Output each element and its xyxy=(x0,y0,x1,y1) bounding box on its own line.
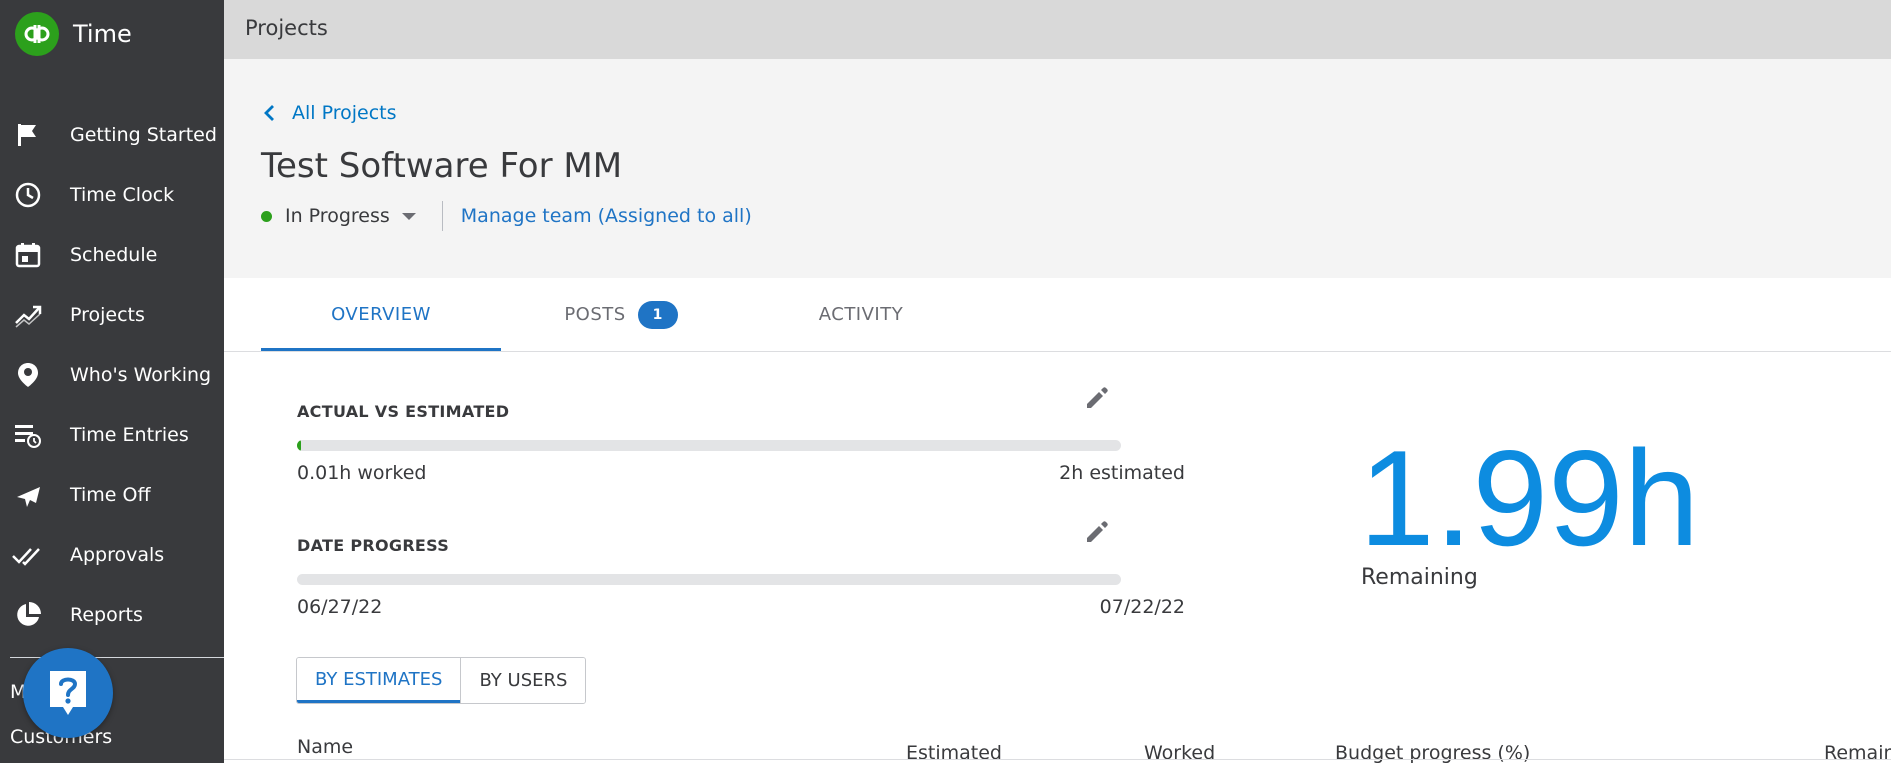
sidebar-nav: Getting Started Time Clock Schedule Proj… xyxy=(0,105,224,645)
end-date: 07/22/22 xyxy=(1099,596,1185,618)
actual-vs-estimated-label: ACTUAL VS ESTIMATED xyxy=(297,402,510,421)
sidebar-item-label: Time Off xyxy=(70,484,151,506)
airplane-icon xyxy=(12,479,44,511)
tab-bar: OVERVIEW POSTS 1 ACTIVITY xyxy=(224,278,1891,352)
tab-posts[interactable]: POSTS 1 xyxy=(501,278,741,351)
time-entries-icon xyxy=(12,419,44,451)
brand[interactable]: Time xyxy=(15,12,132,56)
caret-down-icon[interactable] xyxy=(401,212,416,220)
by-users-button[interactable]: BY USERS xyxy=(460,658,586,703)
status-dropdown[interactable]: In Progress xyxy=(285,205,390,227)
date-progress-label: DATE PROGRESS xyxy=(297,536,450,555)
sidebar-item-time-entries[interactable]: Time Entries xyxy=(0,405,224,465)
tab-label: POSTS xyxy=(564,304,626,325)
main-content: Projects All Projects Test Software For … xyxy=(224,0,1891,763)
sidebar-item-label: Time Clock xyxy=(70,184,175,206)
sidebar-item-label: Reports xyxy=(70,604,143,626)
flag-icon xyxy=(12,119,44,151)
clock-icon xyxy=(12,179,44,211)
sidebar-item-label: Schedule xyxy=(70,244,158,266)
manage-team-link[interactable]: Manage team (Assigned to all) xyxy=(461,205,752,227)
sidebar-item-projects[interactable]: Projects xyxy=(0,285,224,345)
tab-label: ACTIVITY xyxy=(818,304,904,325)
help-button[interactable] xyxy=(23,648,113,738)
double-check-icon xyxy=(12,539,44,571)
date-progress-bar xyxy=(297,574,1121,585)
pie-chart-icon xyxy=(12,599,44,631)
project-header: All Projects Test Software For MM In Pro… xyxy=(224,59,1891,278)
status-row: In Progress Manage team (Assigned to all… xyxy=(261,201,752,231)
column-header-name[interactable]: Name xyxy=(297,736,353,758)
actual-vs-estimated-bar xyxy=(297,440,1121,451)
chevron-left-icon xyxy=(264,105,274,121)
sidebar-item-getting-started[interactable]: Getting Started xyxy=(0,105,224,165)
posts-count-badge: 1 xyxy=(637,300,678,329)
tab-overview[interactable]: OVERVIEW xyxy=(261,278,501,351)
project-title: Test Software For MM xyxy=(261,146,623,186)
estimated-hours: 2h estimated xyxy=(1059,462,1185,484)
all-projects-link[interactable]: All Projects xyxy=(262,102,397,124)
trending-icon xyxy=(12,299,44,331)
sidebar-item-whos-working[interactable]: Who's Working xyxy=(0,345,224,405)
sidebar: Time Getting Started Time Clock Schedule… xyxy=(0,0,224,763)
calendar-icon xyxy=(12,239,44,271)
sidebar-item-approvals[interactable]: Approvals xyxy=(0,525,224,585)
sidebar-item-label: Approvals xyxy=(70,544,165,566)
all-projects-label: All Projects xyxy=(292,102,397,124)
sidebar-item-time-clock[interactable]: Time Clock xyxy=(0,165,224,225)
status-separator xyxy=(441,201,443,231)
sidebar-item-reports[interactable]: Reports xyxy=(0,585,224,645)
actual-vs-estimated-fill xyxy=(297,440,302,451)
top-bar: Projects xyxy=(224,0,1891,59)
app-name: Time xyxy=(73,20,132,48)
remaining-label: Remaining xyxy=(1361,565,1478,590)
start-date: 06/27/22 xyxy=(297,596,383,618)
edit-dates-icon[interactable] xyxy=(1082,517,1112,547)
sidebar-item-schedule[interactable]: Schedule xyxy=(0,225,224,285)
sidebar-item-label: Getting Started xyxy=(70,124,217,146)
worked-hours: 0.01h worked xyxy=(297,462,427,484)
view-toggle: BY ESTIMATES BY USERS xyxy=(296,657,587,704)
sidebar-item-time-off[interactable]: Time Off xyxy=(0,465,224,525)
tab-activity[interactable]: ACTIVITY xyxy=(741,278,981,351)
help-icon xyxy=(50,671,86,715)
quickbooks-logo-icon xyxy=(15,12,59,56)
sidebar-item-label: Projects xyxy=(70,304,145,326)
by-estimates-button[interactable]: BY ESTIMATES xyxy=(297,658,461,703)
remaining-hours: 1.99h xyxy=(1359,422,1700,574)
sidebar-item-label: Time Entries xyxy=(70,424,189,446)
sidebar-item-label: Who's Working xyxy=(70,364,212,386)
map-pin-icon xyxy=(12,359,44,391)
active-tab-indicator xyxy=(261,348,501,351)
page-title: Projects xyxy=(245,16,328,40)
status-dot xyxy=(261,210,272,222)
edit-estimate-icon[interactable] xyxy=(1082,383,1112,413)
table-header-divider xyxy=(224,759,1891,760)
tab-label: OVERVIEW xyxy=(331,304,431,325)
